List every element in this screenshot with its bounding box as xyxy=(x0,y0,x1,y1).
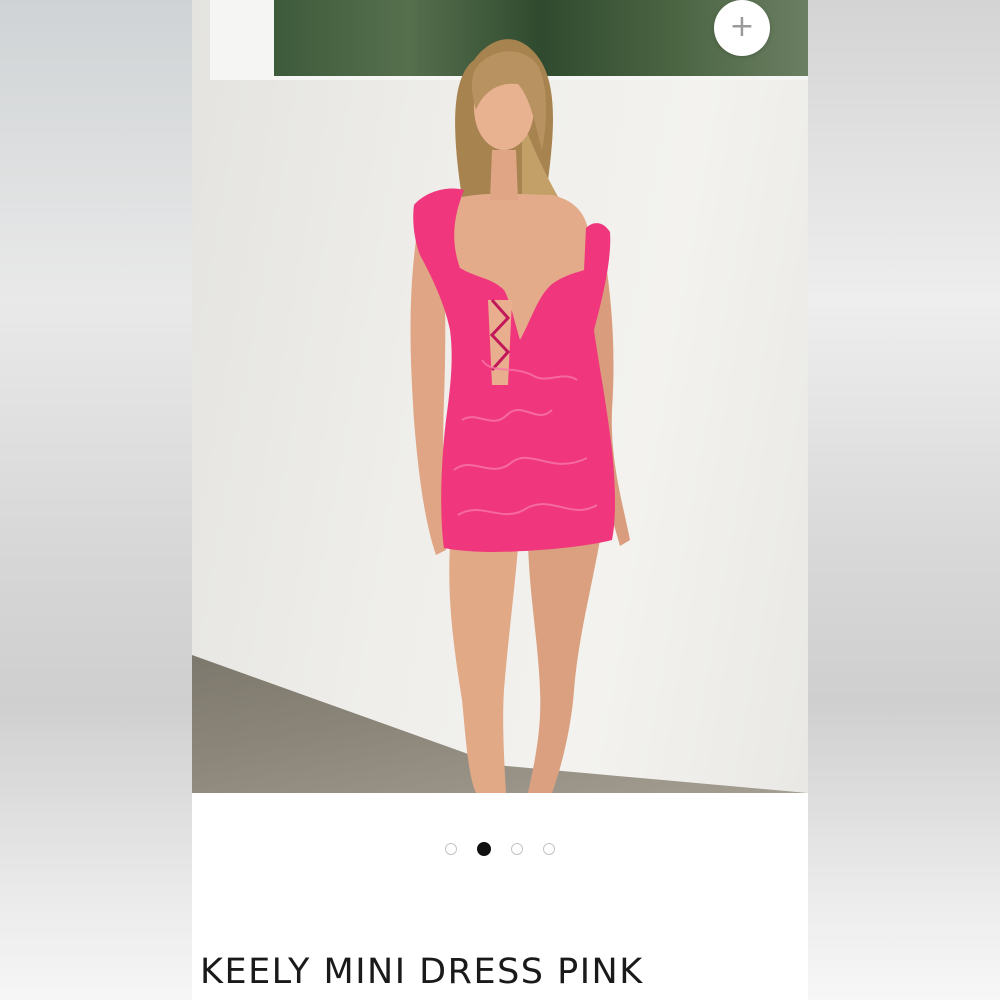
blurred-background-left xyxy=(0,0,192,1000)
product-title: KEELY MINI DRESS PINK xyxy=(200,952,644,992)
blurred-background-right xyxy=(808,0,1000,1000)
carousel-dot-4[interactable] xyxy=(543,843,555,855)
product-image[interactable]: + xyxy=(192,0,808,793)
add-to-wishlist-button[interactable]: + xyxy=(714,0,770,56)
plus-icon: + xyxy=(729,9,755,44)
screenshot-canvas: + KEELY MINI DRESS PINK xyxy=(0,0,1000,1000)
product-page: + KEELY MINI DRESS PINK xyxy=(192,0,808,1000)
carousel-dot-1[interactable] xyxy=(445,843,457,855)
model-figure xyxy=(410,39,630,793)
carousel-dot-3[interactable] xyxy=(511,843,523,855)
carousel-dot-2-active[interactable] xyxy=(477,842,491,856)
carousel-pagination xyxy=(192,840,808,858)
